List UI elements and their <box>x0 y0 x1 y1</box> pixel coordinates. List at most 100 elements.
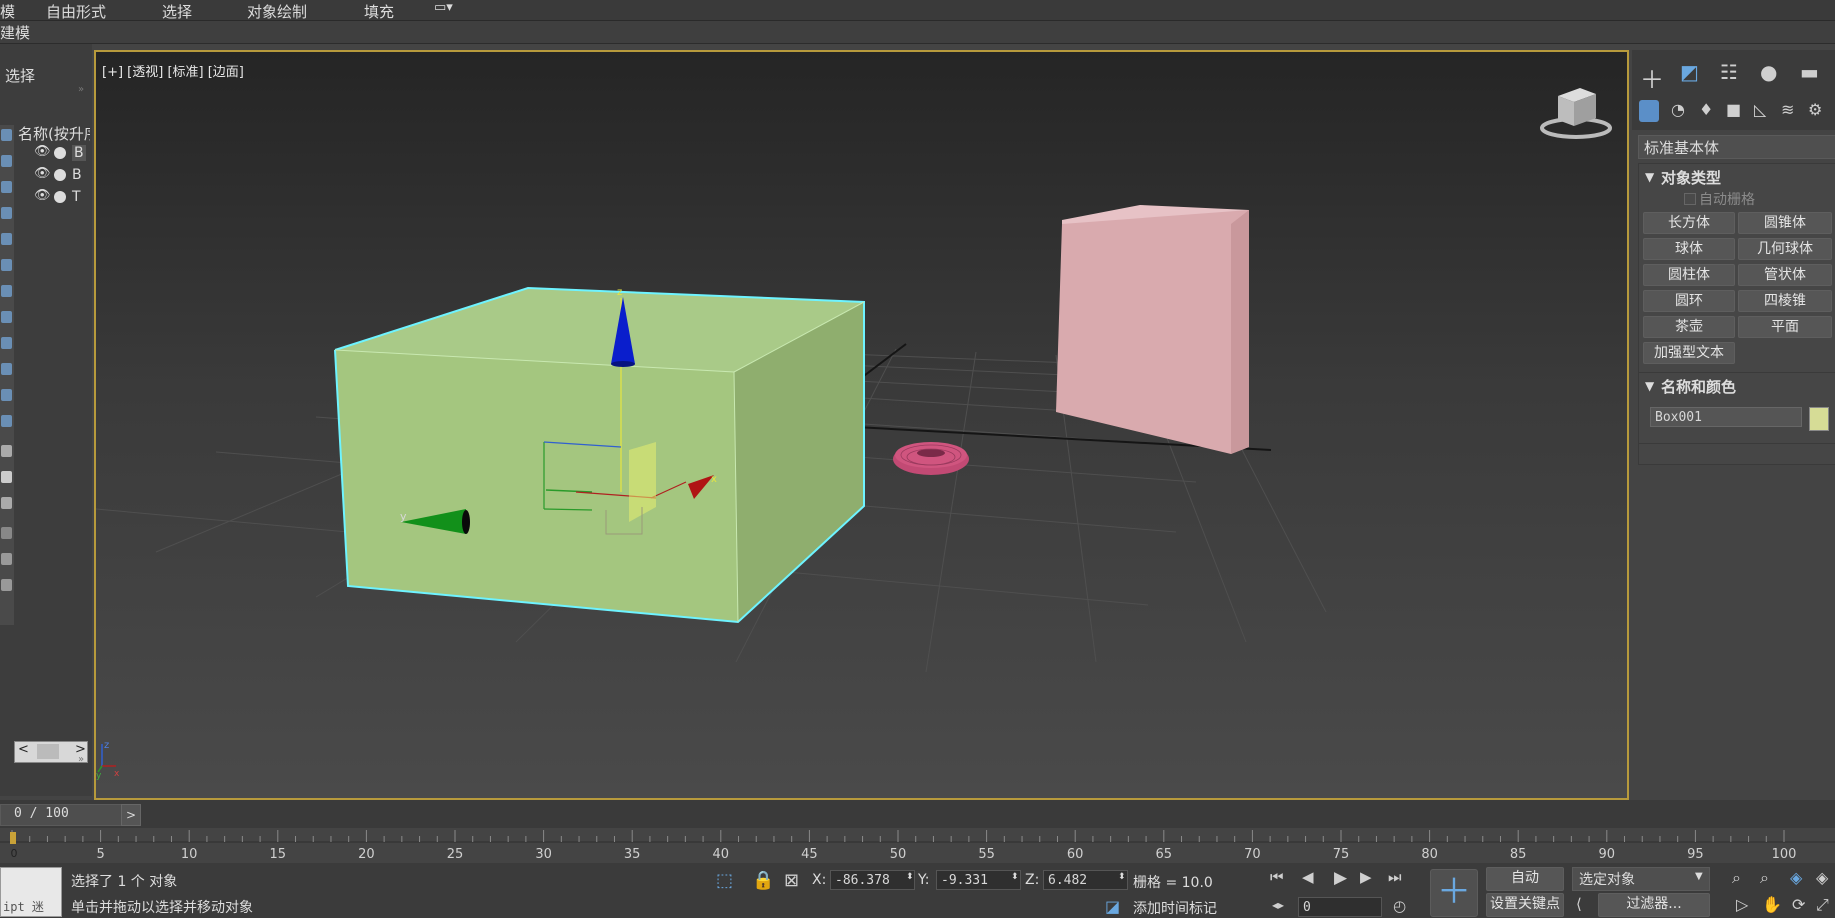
goto-end-icon[interactable]: ⏭ <box>1388 868 1402 886</box>
field-of-view-icon[interactable]: ▷ <box>1736 895 1748 914</box>
systems-category-icon[interactable]: ⚙ <box>1808 100 1822 119</box>
auto-grid-checkbox[interactable] <box>1684 193 1696 205</box>
spacewarps-category-icon[interactable]: ≋ <box>1781 100 1794 119</box>
pink-box-object[interactable] <box>1056 205 1249 454</box>
script-input-text[interactable]: ipt 迷 <box>3 898 44 915</box>
rollout-title[interactable]: 对象类型 <box>1661 167 1721 188</box>
display-settings-icon[interactable] <box>1 527 12 539</box>
renderable-dot-icon[interactable] <box>54 169 66 181</box>
display-tab-icon[interactable]: ▬ <box>1800 60 1819 84</box>
geosphere-button[interactable]: 几何球体 <box>1738 238 1832 260</box>
next-frame-arrow-icon[interactable]: > <box>121 804 141 826</box>
next-frame-icon[interactable]: ▶︎ <box>1360 868 1372 886</box>
primitive-type-dropdown[interactable]: 标准基本体 <box>1638 135 1835 159</box>
lights-category-icon[interactable]: ♦ <box>1699 100 1713 119</box>
goto-start-icon[interactable]: ⏮ <box>1270 868 1284 886</box>
x-spinner-icon[interactable]: ⬍ <box>906 872 914 882</box>
filter-helpers-icon[interactable] <box>1 233 12 245</box>
modify-tab-icon[interactable]: ◩ <box>1680 60 1699 84</box>
filter-geometry-icon[interactable] <box>1 129 12 141</box>
horizontal-scrollbar[interactable]: < > <box>14 741 88 763</box>
filter-shapes-icon[interactable] <box>1 155 12 167</box>
current-frame-field[interactable]: 0 <box>1298 897 1382 917</box>
filter-all-icon[interactable] <box>1 445 12 457</box>
collapse-chevron-icon[interactable]: » <box>78 84 84 95</box>
teapot-button[interactable]: 茶壶 <box>1643 316 1735 338</box>
visibility-eye-icon[interactable]: 👁 <box>34 166 51 181</box>
time-config-icon[interactable]: ◴ <box>1393 897 1406 915</box>
rollout-collapse-icon[interactable]: ▼ <box>1645 170 1654 184</box>
filter-funnel-icon[interactable] <box>1 553 12 565</box>
pan-hand-icon[interactable]: ✋ <box>1762 895 1782 914</box>
play-icon[interactable]: ▶ <box>1334 868 1347 888</box>
tab-populate[interactable]: 填充 <box>364 1 394 22</box>
x-coordinate-field[interactable]: -86.378 <box>830 870 915 890</box>
key-filter-dropdown[interactable]: 选定对象 ▼ <box>1572 867 1710 891</box>
filter-lights-icon[interactable] <box>1 181 12 193</box>
plane-button[interactable]: 平面 <box>1738 316 1832 338</box>
torus-object[interactable] <box>893 442 969 475</box>
tube-button[interactable]: 管状体 <box>1738 264 1832 286</box>
absolute-transform-icon[interactable]: ⊠ <box>784 870 799 891</box>
geometry-category-icon[interactable] <box>1639 100 1659 122</box>
y-spinner-icon[interactable]: ⬍ <box>1011 872 1019 882</box>
y-coordinate-field[interactable]: -9.331 <box>936 870 1021 890</box>
z-coordinate-field[interactable]: 6.482 <box>1043 870 1128 890</box>
shapes-category-icon[interactable]: ◔ <box>1671 100 1685 119</box>
auto-key-button[interactable]: 自动 <box>1486 867 1564 891</box>
motion-tab-icon[interactable]: ● <box>1760 60 1777 84</box>
z-spinner-icon[interactable]: ⬍ <box>1118 872 1126 882</box>
list-item[interactable]: 👁 T <box>32 188 92 208</box>
list-item[interactable]: 👁 B <box>32 166 92 186</box>
ribbon-tab-fragment[interactable]: 模 <box>0 1 15 22</box>
visibility-eye-icon[interactable]: 👁 <box>34 144 51 159</box>
orbit-icon[interactable]: ⟳ <box>1792 895 1805 914</box>
torus-button[interactable]: 圆环 <box>1643 290 1735 312</box>
rollout-collapse-icon[interactable]: ▼ <box>1645 379 1654 393</box>
column-header-name[interactable]: 名称(按升序 <box>18 123 90 144</box>
visibility-eye-icon[interactable]: 👁 <box>34 188 51 203</box>
cameras-category-icon[interactable]: ■ <box>1726 100 1741 119</box>
cone-button[interactable]: 圆锥体 <box>1738 212 1832 234</box>
scroll-thumb[interactable] <box>37 744 59 759</box>
collapse-chevron-icon[interactable]: » <box>78 754 84 765</box>
key-tangent-icon[interactable]: ⟨ <box>1576 895 1582 913</box>
filter-containers-icon[interactable] <box>1 363 12 375</box>
time-tag-icon[interactable]: ◪ <box>1105 897 1120 916</box>
filter-bones-icon[interactable] <box>1 337 12 349</box>
helpers-category-icon[interactable]: ◺ <box>1754 100 1766 119</box>
viewcube-icon[interactable] <box>1540 88 1612 139</box>
filter-cameras-icon[interactable] <box>1 207 12 219</box>
ribbon-options-icon[interactable]: ▭▾ <box>434 0 453 15</box>
isolate-selection-icon[interactable]: ⬚ <box>716 870 733 891</box>
tab-freeform[interactable]: 自由形式 <box>46 1 106 22</box>
selection-lock-icon[interactable]: 🔒 <box>752 870 774 891</box>
chevron-down-icon[interactable]: ▼ <box>1695 871 1703 882</box>
maxscript-listener[interactable]: ipt 迷 <box>0 867 62 917</box>
filter-frozen-icon[interactable] <box>1 389 12 401</box>
tab-object-paint[interactable]: 对象绘制 <box>247 1 307 22</box>
zoom-extents-all-icon[interactable]: ◈ <box>1816 868 1828 887</box>
select-menu[interactable]: 选择 <box>5 65 35 86</box>
layer-icon[interactable] <box>1 579 12 591</box>
zoom-all-icon[interactable]: ⌕ <box>1760 868 1769 888</box>
time-slider[interactable]: 0 / 100 <box>0 804 122 826</box>
add-time-tag-label[interactable]: 添加时间标记 <box>1133 898 1217 918</box>
hierarchy-tab-icon[interactable]: ☷ <box>1720 60 1738 84</box>
rollout-title[interactable]: 名称和颜色 <box>1661 376 1736 397</box>
maximize-viewport-icon[interactable]: ⤢ <box>1816 895 1829 915</box>
filter-spacewarps-icon[interactable] <box>1 259 12 271</box>
filter-groups-icon[interactable] <box>1 285 12 297</box>
zoom-extents-icon[interactable]: ◈ <box>1790 868 1802 887</box>
filter-none-icon[interactable] <box>1 471 12 483</box>
previous-frame-icon[interactable]: ◀︎ <box>1302 868 1314 886</box>
list-item[interactable]: 👁 B <box>32 144 92 164</box>
zoom-icon[interactable]: ⌕ <box>1732 868 1741 888</box>
scroll-left-icon[interactable]: < <box>18 742 29 757</box>
filter-invert-icon[interactable] <box>1 497 12 509</box>
selected-box-object[interactable] <box>334 286 865 624</box>
renderable-dot-icon[interactable] <box>54 191 66 203</box>
textplus-button[interactable]: 加强型文本 <box>1643 342 1735 364</box>
tab-modeling[interactable]: 建模 <box>0 22 30 43</box>
object-name-field[interactable]: Box001 <box>1650 407 1802 427</box>
